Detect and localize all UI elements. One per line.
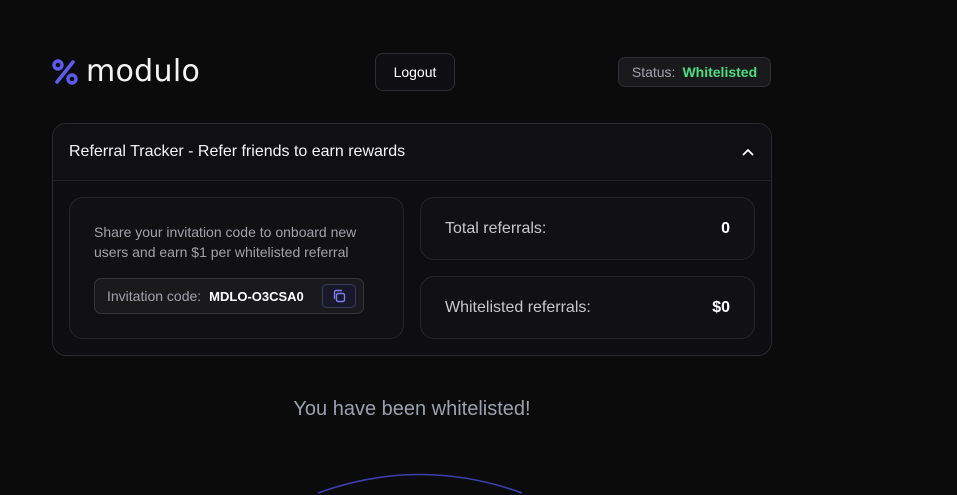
logo: modulo bbox=[52, 55, 200, 89]
total-referrals-label: Total referrals: bbox=[445, 219, 547, 237]
logout-button[interactable]: Logout bbox=[375, 53, 455, 91]
whitelisted-message: You have been whitelisted! bbox=[293, 398, 531, 420]
chevron-up-icon[interactable] bbox=[741, 145, 755, 159]
share-panel: Share your invitation code to onboard ne… bbox=[69, 197, 404, 339]
invitation-code-value[interactable]: MDLO-O3CSA0 bbox=[209, 289, 304, 304]
total-referrals-panel: Total referrals: 0 bbox=[420, 197, 755, 260]
referral-tracker-header[interactable]: Referral Tracker - Refer friends to earn… bbox=[53, 124, 771, 181]
decorative-arc bbox=[317, 473, 523, 494]
whitelisted-referrals-value: $0 bbox=[712, 298, 730, 316]
invitation-code-box: Invitation code: MDLO-O3CSA0 bbox=[94, 278, 364, 314]
status-badge: Status: Whitelisted bbox=[618, 57, 771, 87]
status-value: Whitelisted bbox=[682, 64, 758, 80]
copy-code-button[interactable] bbox=[322, 284, 356, 308]
share-description: Share your invitation code to onboard ne… bbox=[94, 224, 357, 260]
invitation-code-label: Invitation code: bbox=[107, 288, 202, 304]
total-referrals-value: 0 bbox=[721, 219, 730, 237]
percent-logo-icon bbox=[52, 59, 78, 85]
whitelisted-referrals-label: Whitelisted referrals: bbox=[445, 298, 591, 316]
referral-tracker-title: Referral Tracker - Refer friends to earn… bbox=[69, 143, 406, 160]
logo-text: modulo bbox=[86, 54, 201, 89]
referral-tracker-card: Referral Tracker - Refer friends to earn… bbox=[52, 123, 772, 356]
whitelisted-referrals-panel: Whitelisted referrals: $0 bbox=[420, 276, 755, 339]
page: modulo Logout Status: Whitelisted Referr… bbox=[0, 0, 957, 495]
status-label: Status: bbox=[631, 64, 676, 80]
copy-icon bbox=[333, 289, 346, 303]
